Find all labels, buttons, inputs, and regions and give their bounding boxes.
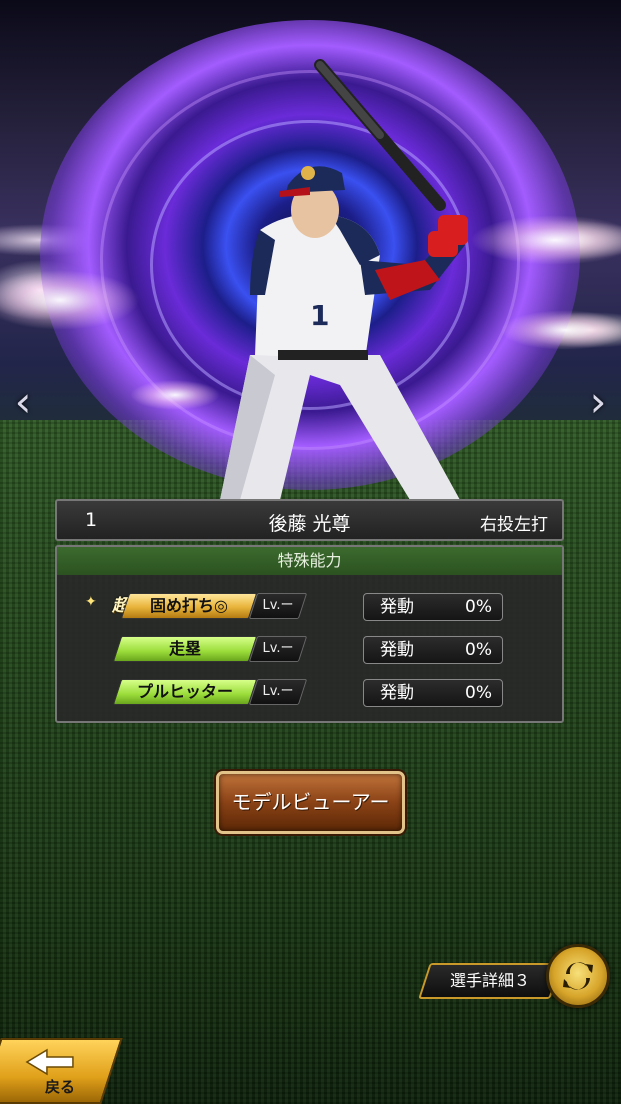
player-detail-button[interactable]: 選手詳細３: [418, 963, 562, 999]
ability-row[interactable]: 走塁 Lv.ー 発動 0%: [57, 633, 562, 665]
activation-rate: 0%: [465, 683, 492, 703]
back-label: 戻る: [44, 1078, 75, 1096]
ability-name-tag: 固め打ち◎: [120, 593, 258, 619]
ability-row[interactable]: プルヒッター Lv.ー 発動 0%: [57, 676, 562, 708]
activation-rate-box: 発動 0%: [363, 679, 503, 707]
ability-level: Lv.ー: [248, 593, 308, 619]
back-arrow-icon: [25, 1048, 74, 1076]
ability-name: プルヒッター: [136, 682, 233, 701]
jersey-number: 1: [310, 299, 329, 332]
previous-player-arrow[interactable]: ‹: [8, 380, 38, 424]
cycle-arrows-icon[interactable]: [546, 944, 610, 1008]
player-detail-label: 選手詳細３: [449, 971, 530, 990]
ability-level-text: Lv.ー: [262, 598, 294, 613]
next-player-arrow[interactable]: ›: [583, 380, 613, 424]
activation-rate-box: 発動 0%: [363, 593, 503, 621]
activation-rate: 0%: [465, 597, 492, 617]
ability-name-tag: 走塁: [112, 636, 258, 662]
ability-level: Lv.ー: [248, 679, 308, 705]
activation-label: 発動: [380, 597, 414, 617]
ability-level: Lv.ー: [248, 636, 308, 662]
ability-level-text: Lv.ー: [262, 684, 294, 699]
ability-row[interactable]: ✦ 超 固め打ち◎ Lv.ー 発動 0%: [57, 590, 562, 622]
ability-name: 固め打ち◎: [150, 596, 228, 615]
activation-rate: 0%: [465, 640, 492, 660]
player-info-bar: 1 後藤 光尊 右投左打: [55, 499, 564, 541]
back-button[interactable]: 戻る: [0, 1038, 123, 1104]
activation-label: 発動: [380, 640, 414, 660]
ability-name-tag: プルヒッター: [112, 679, 258, 705]
special-abilities-header: 特殊能力: [57, 547, 562, 575]
ability-name: 走塁: [168, 639, 201, 658]
activation-rate-box: 発動 0%: [363, 636, 503, 664]
activation-label: 発動: [380, 683, 414, 703]
special-abilities-panel: 特殊能力 ✦ 超 固め打ち◎ Lv.ー 発動 0% 走塁 Lv.ー 発動 0% …: [55, 545, 564, 723]
player-image: 1: [220, 59, 468, 500]
throw-bat-handedness: 右投左打: [480, 515, 548, 535]
model-viewer-button[interactable]: モデルビューアー: [216, 771, 405, 834]
ability-level-text: Lv.ー: [262, 641, 294, 656]
light-flare: [500, 310, 621, 350]
